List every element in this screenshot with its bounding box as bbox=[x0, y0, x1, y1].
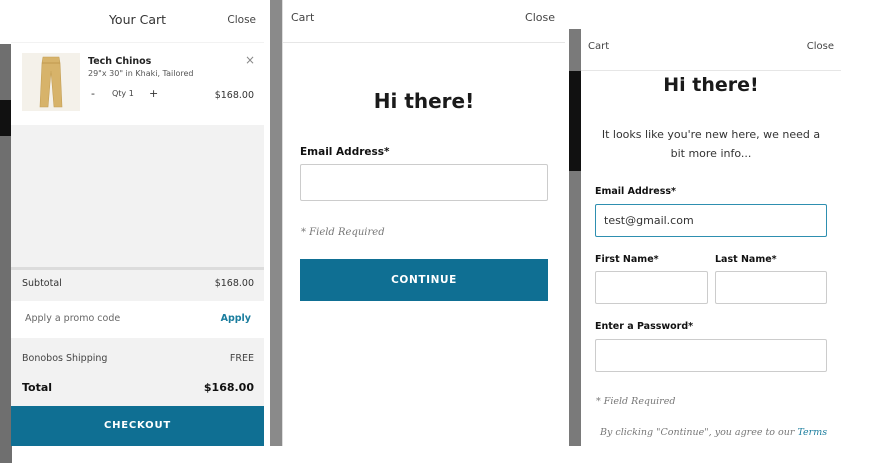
header-divider bbox=[581, 70, 841, 71]
shipping-label: Bonobos Shipping bbox=[22, 353, 108, 364]
last-name-field[interactable] bbox=[715, 271, 827, 304]
total-value: $168.00 bbox=[203, 381, 254, 394]
cart-close-button[interactable]: Close bbox=[227, 14, 256, 26]
last-name-label: Last Name* bbox=[715, 254, 777, 265]
password-label: Enter a Password* bbox=[595, 321, 694, 332]
subtotal-label: Subtotal bbox=[22, 278, 62, 289]
summary-divider bbox=[11, 267, 264, 270]
email-label: Email Address* bbox=[595, 186, 676, 197]
background-overlay-right bbox=[569, 29, 581, 446]
required-note: * Field Required bbox=[596, 396, 676, 407]
product-price: $168.00 bbox=[214, 90, 254, 101]
terms-note: By clicking "Continue", you agree to our… bbox=[600, 427, 827, 438]
product-thumbnail[interactable] bbox=[22, 53, 80, 111]
product-description: 29"x 30" in Khaki, Tailored bbox=[88, 69, 194, 78]
signup-greeting: Hi there! bbox=[663, 74, 759, 96]
signin-greeting: Hi there! bbox=[373, 89, 475, 113]
qty-increase-button[interactable]: + bbox=[149, 87, 158, 100]
chinos-image bbox=[39, 56, 63, 108]
cart-header: Your Cart Close bbox=[11, 0, 264, 42]
product-name[interactable]: Tech Chinos bbox=[88, 56, 151, 67]
signup-close-button[interactable]: Close bbox=[807, 41, 834, 52]
signin-close-button[interactable]: Close bbox=[525, 11, 555, 24]
subtotal-value: $168.00 bbox=[214, 278, 254, 289]
first-name-field[interactable] bbox=[595, 271, 708, 304]
back-to-cart-link[interactable]: Cart bbox=[588, 41, 609, 52]
signup-panel: Cart Close Hi there! It looks like you'r… bbox=[581, 29, 841, 446]
cart-panel: Your Cart Close Tech Chinos 29"x 30" in … bbox=[11, 0, 264, 446]
qty-decrease-button[interactable]: - bbox=[91, 87, 95, 100]
promo-code-row: Apply a promo code Apply bbox=[11, 301, 264, 338]
email-label: Email Address* bbox=[300, 146, 390, 158]
signin-panel: Cart Close Hi there! Email Address* * Fi… bbox=[282, 0, 565, 446]
checkout-button[interactable]: CHECKOUT bbox=[11, 406, 264, 446]
required-note: * Field Required bbox=[301, 227, 385, 238]
cart-title: Your Cart bbox=[108, 12, 167, 27]
cart-line-item: Tech Chinos 29"x 30" in Khaki, Tailored … bbox=[11, 43, 264, 125]
qty-value: Qty 1 bbox=[112, 89, 134, 98]
remove-item-icon[interactable]: × bbox=[245, 53, 255, 67]
continue-button[interactable]: CONTINUE bbox=[300, 259, 548, 301]
signup-subtitle: It looks like you're new here, we need a… bbox=[601, 128, 821, 160]
terms-text: By clicking "Continue", you agree to our bbox=[600, 427, 795, 438]
header-divider bbox=[283, 42, 565, 43]
terms-link[interactable]: Terms bbox=[797, 427, 827, 438]
email-field[interactable]: test@gmail.com bbox=[595, 204, 827, 237]
password-field[interactable] bbox=[595, 339, 827, 372]
promo-apply-button[interactable]: Apply bbox=[221, 313, 251, 324]
background-overlay-middle bbox=[270, 0, 282, 446]
background-page-strip bbox=[569, 71, 581, 171]
first-name-label: First Name* bbox=[595, 254, 659, 265]
total-label: Total bbox=[22, 381, 53, 394]
shipping-value: FREE bbox=[229, 353, 254, 364]
back-to-cart-link[interactable]: Cart bbox=[291, 11, 314, 24]
promo-code-input[interactable]: Apply a promo code bbox=[25, 313, 120, 324]
email-field[interactable] bbox=[300, 164, 548, 201]
